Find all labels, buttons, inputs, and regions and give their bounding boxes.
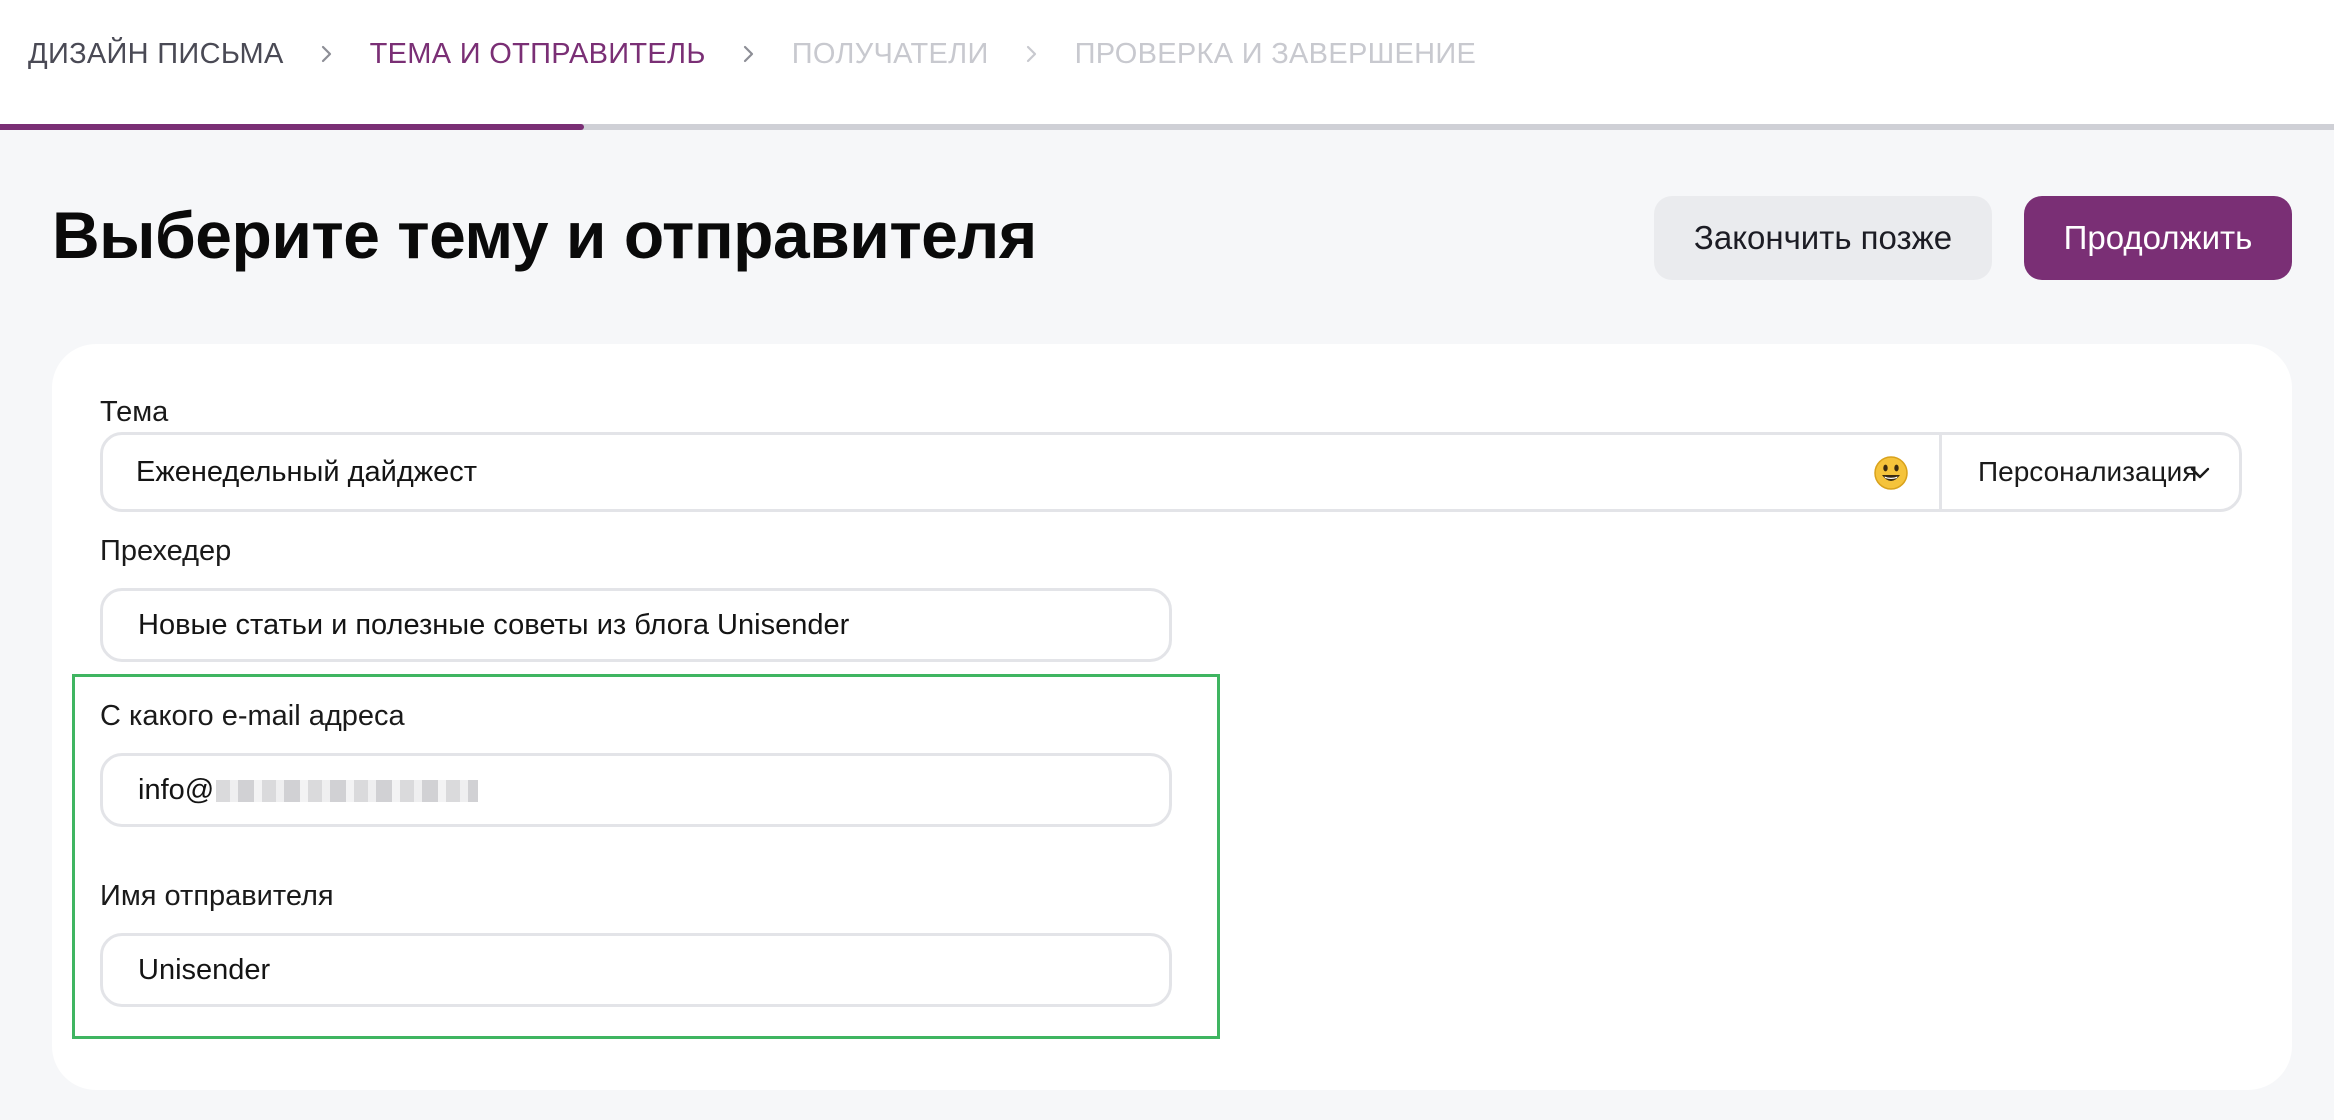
- chevron-right-icon: [312, 39, 342, 69]
- subject-label: Тема: [100, 396, 169, 428]
- from-email-input[interactable]: info@: [100, 753, 1172, 827]
- preheader-input[interactable]: Новые статьи и полезные советы из блога …: [100, 588, 1172, 662]
- preheader-value[interactable]: Новые статьи и полезные советы из блога …: [103, 609, 849, 642]
- progress-bar-fill: [0, 124, 584, 130]
- breadcrumb: ДИЗАЙН ПИСЬМА ТЕМА И ОТПРАВИТЕЛЬ ПОЛУЧАТ…: [28, 34, 1476, 74]
- step-subject-sender[interactable]: ТЕМА И ОТПРАВИТЕЛЬ: [370, 38, 706, 71]
- progress-bar: [0, 124, 2334, 130]
- sender-name-label: Имя отправителя: [100, 880, 334, 912]
- personalization-dropdown[interactable]: Персонализация: [1942, 435, 2242, 509]
- page-title: Выберите тему и отправителя: [52, 198, 1037, 272]
- continue-button[interactable]: Продолжить: [2024, 196, 2292, 280]
- step-design[interactable]: ДИЗАЙН ПИСЬМА: [28, 38, 284, 71]
- smiley-emoji-icon[interactable]: [1873, 455, 1909, 491]
- from-email-visible-part: info@: [138, 773, 215, 806]
- from-email-value[interactable]: info@: [103, 773, 479, 807]
- chevron-down-icon: [2188, 461, 2212, 485]
- sender-name-input[interactable]: Unisender: [100, 933, 1172, 1007]
- form-card: Тема Еженедельный дайджест Персонализаци…: [52, 344, 2292, 1090]
- from-email-label: С какого e-mail адреса: [100, 700, 405, 732]
- step-review-finish: ПРОВЕРКА И ЗАВЕРШЕНИЕ: [1074, 37, 1477, 70]
- finish-later-button[interactable]: Закончить позже: [1654, 196, 1992, 280]
- subject-input[interactable]: Еженедельный дайджест Персонализация: [100, 432, 2242, 512]
- chevron-right-icon: [1017, 39, 1047, 69]
- preheader-label: Прехедер: [100, 535, 232, 567]
- stepper-bar: ДИЗАЙН ПИСЬМА ТЕМА И ОТПРАВИТЕЛЬ ПОЛУЧАТ…: [0, 0, 2334, 130]
- redacted-email-blur: [216, 779, 479, 802]
- subject-value[interactable]: Еженедельный дайджест: [103, 456, 477, 489]
- chevron-right-icon: [734, 39, 764, 69]
- step-recipients: ПОЛУЧАТЕЛИ: [791, 37, 989, 70]
- personalization-label: Персонализация: [1978, 456, 2198, 487]
- sender-name-value[interactable]: Unisender: [103, 954, 270, 987]
